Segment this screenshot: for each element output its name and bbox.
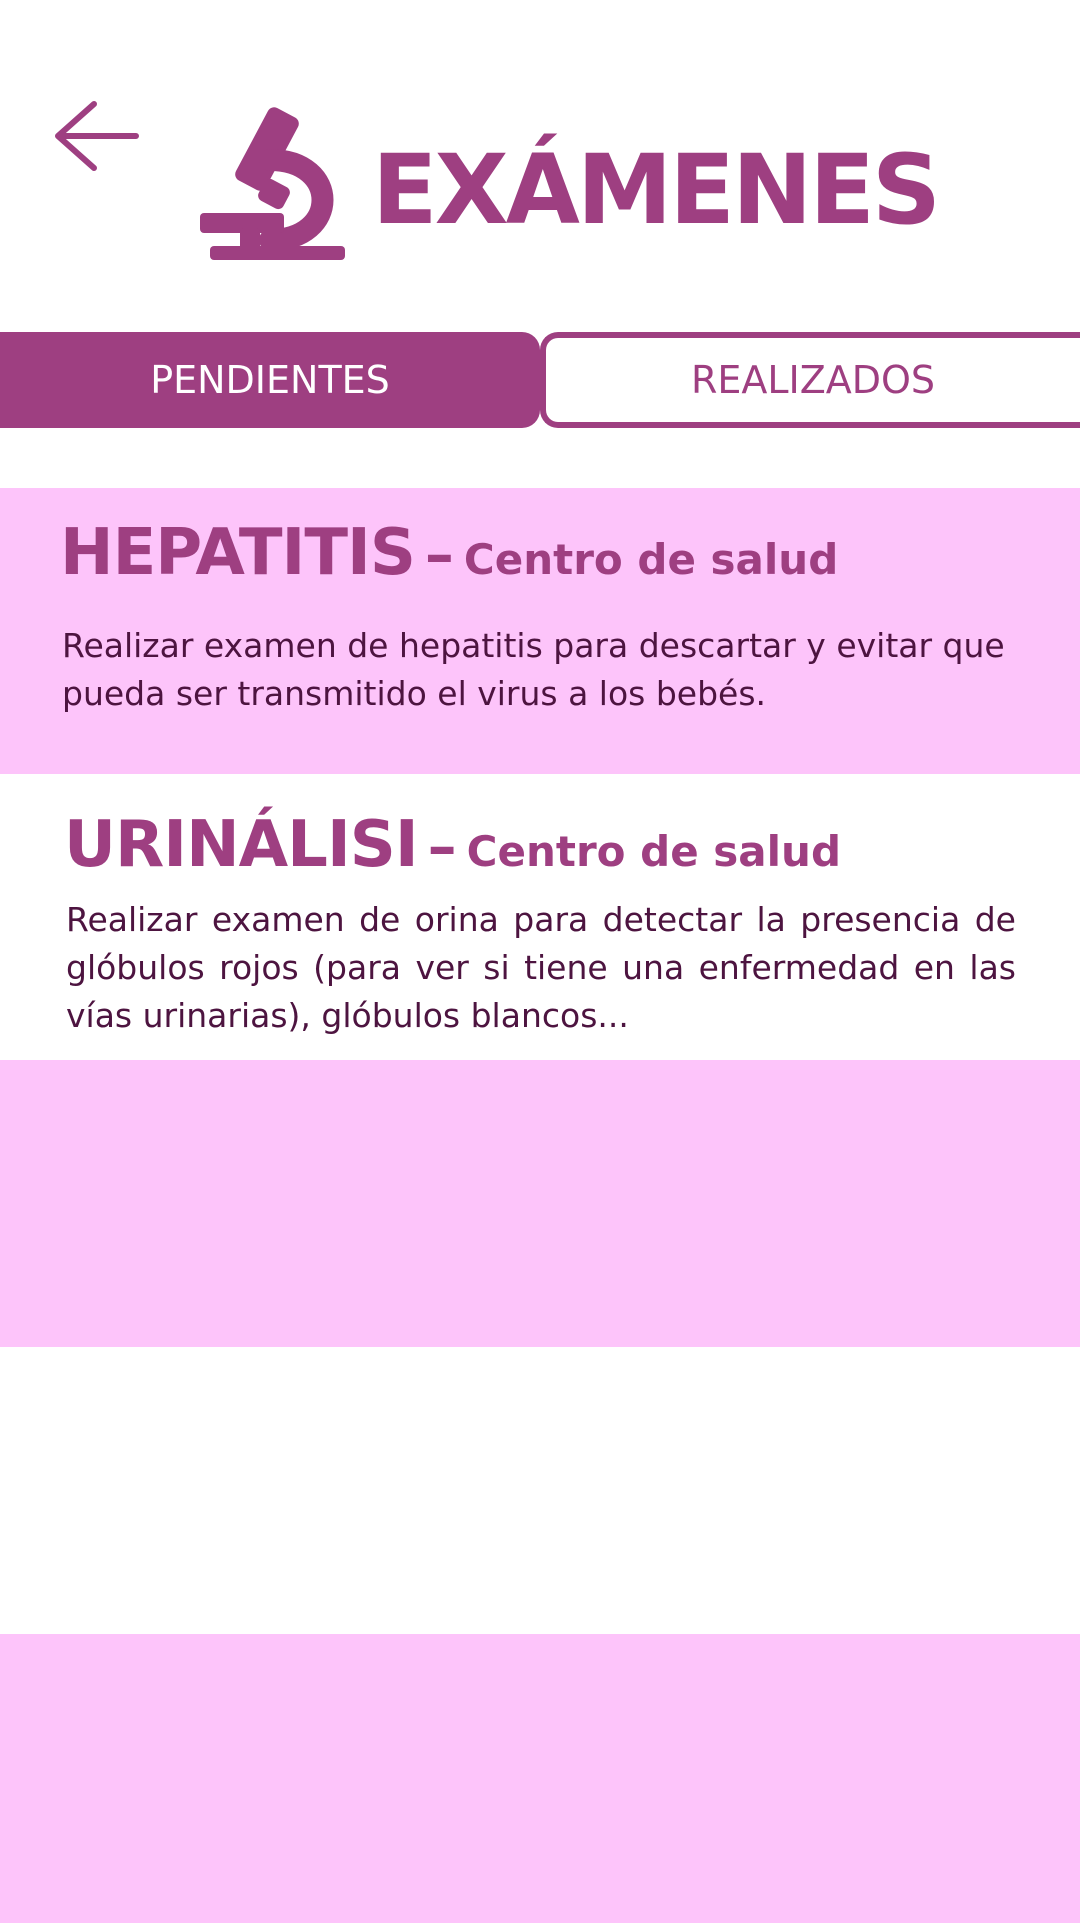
tab-realizados[interactable]: REALIZADOS (540, 332, 1080, 428)
exam-title: HEPATITIS – Centro de salud (60, 516, 838, 590)
exam-description: Realizar examen de orina para detectar l… (66, 900, 1016, 1035)
exam-description: Realizar examen de hepatitis para descar… (62, 626, 1005, 713)
exam-separator: – (424, 520, 454, 588)
app-header: EXÁMENES (0, 0, 1080, 300)
arrow-left-icon (50, 96, 142, 176)
exam-title: URINÁLISI – Centro de salud (64, 808, 841, 882)
exam-location: Centro de salud (466, 827, 842, 876)
tab-pendientes[interactable]: PENDIENTES (0, 332, 540, 428)
microscope-icon (200, 100, 345, 260)
exam-name: URINÁLISI (64, 808, 419, 882)
tab-bar: PENDIENTES REALIZADOS (0, 332, 1080, 428)
exam-name: HEPATITIS (60, 516, 416, 590)
empty-card (0, 1634, 1080, 1923)
exam-location: Centro de salud (463, 535, 839, 584)
page-title: EXÁMENES (372, 134, 941, 246)
empty-card (0, 1347, 1080, 1634)
exam-separator: – (427, 812, 457, 880)
empty-card (0, 1060, 1080, 1347)
back-button[interactable] (50, 96, 142, 176)
